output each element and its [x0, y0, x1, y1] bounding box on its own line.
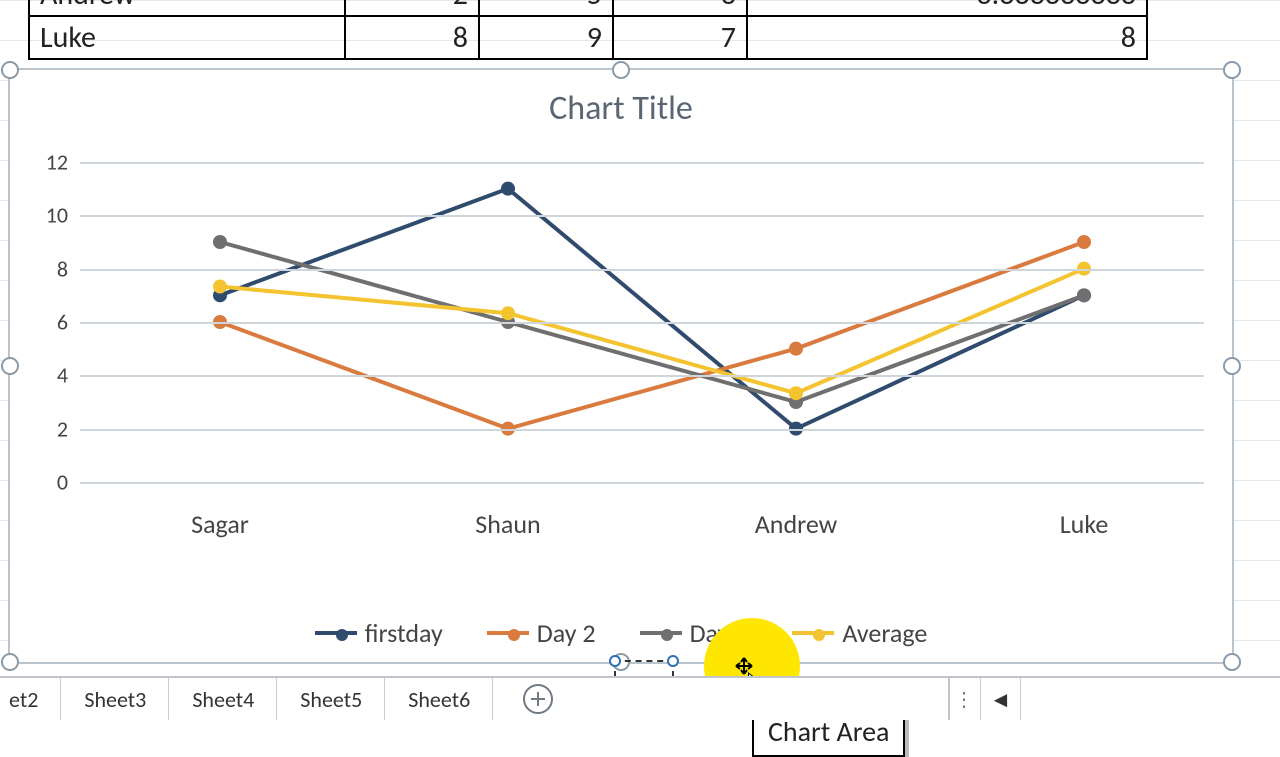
series-marker[interactable]	[501, 306, 515, 320]
resize-handle-icon[interactable]	[1, 653, 19, 671]
scroll-left-button[interactable]: ◄	[980, 678, 1020, 720]
y-tick-label: 12	[36, 149, 68, 176]
cell-avg[interactable]: 3.333333333	[747, 0, 1147, 16]
legend-swatch-icon	[640, 631, 682, 635]
resize-handle-icon[interactable]	[1223, 61, 1241, 79]
y-tick-label: 0	[36, 469, 68, 496]
cell-name[interactable]: Luke	[29, 16, 345, 59]
tab-label: Sheet6	[408, 686, 470, 713]
y-tick-label: 6	[36, 309, 68, 336]
y-tick-label: 10	[36, 202, 68, 229]
table-row[interactable]: Luke 8 9 7 8	[29, 16, 1147, 59]
textbox-handle-icon[interactable]	[609, 655, 621, 667]
series-marker[interactable]	[501, 182, 515, 196]
cell-val[interactable]: 9	[479, 16, 613, 59]
gridline	[80, 482, 1204, 484]
chart-object[interactable]: Chart Title 024681012SagarShaunAndrewLuk…	[8, 68, 1234, 664]
cell-val[interactable]: 5	[479, 0, 613, 16]
resize-handle-icon[interactable]	[1, 357, 19, 375]
series-marker[interactable]	[213, 280, 227, 294]
sheet-tab[interactable]: Sheet5	[277, 678, 385, 720]
sheet-tab[interactable]: et2	[0, 678, 61, 720]
legend-swatch-icon	[487, 631, 529, 635]
x-tick-label: Sagar	[191, 508, 249, 540]
series-marker[interactable]	[213, 235, 227, 249]
resize-handle-icon[interactable]	[1223, 653, 1241, 671]
legend-label: Day 2	[537, 617, 596, 649]
legend-swatch-icon	[315, 631, 357, 635]
x-tick-label: Andrew	[755, 508, 837, 540]
data-table[interactable]: Andrew 2 5 3 3.333333333 Luke 8 9 7 8	[28, 0, 1148, 60]
x-tick-label: Shaun	[475, 508, 540, 540]
scroll-track[interactable]	[1020, 678, 1280, 720]
tab-label: Sheet4	[192, 686, 254, 713]
legend-item[interactable]: Average	[792, 617, 927, 649]
legend-label: Average	[842, 617, 927, 649]
cell-val[interactable]: 8	[345, 16, 479, 59]
tabstrip-spacer	[563, 678, 948, 720]
plus-icon	[523, 684, 553, 714]
horizontal-scroll[interactable]: ⋮ ◄	[948, 678, 1280, 720]
table-row[interactable]: Andrew 2 5 3 3.333333333	[29, 0, 1147, 16]
resize-handle-icon[interactable]	[612, 61, 630, 79]
resize-handle-icon[interactable]	[1, 61, 19, 79]
gridline	[80, 215, 1204, 217]
series-line[interactable]	[220, 189, 1084, 429]
textbox-handle-icon[interactable]	[667, 655, 679, 667]
legend-swatch-icon	[792, 631, 834, 635]
cell-val[interactable]: 3	[613, 0, 747, 16]
x-tick-label: Luke	[1060, 508, 1109, 540]
gridline	[80, 429, 1204, 431]
tab-label: Sheet5	[300, 686, 362, 713]
series-marker[interactable]	[789, 386, 803, 400]
series-marker[interactable]	[1077, 235, 1091, 249]
y-tick-label: 4	[36, 362, 68, 389]
sheet-tab[interactable]: Sheet3	[61, 678, 169, 720]
scroll-grip-icon[interactable]: ⋮	[950, 687, 980, 712]
series-marker[interactable]	[1077, 288, 1091, 302]
cell-val[interactable]: 7	[613, 16, 747, 59]
resize-handle-icon[interactable]	[1223, 357, 1241, 375]
sheet-tab[interactable]: Sheet6	[385, 678, 493, 720]
add-sheet-button[interactable]	[513, 678, 563, 720]
gridline	[80, 375, 1204, 377]
legend-item[interactable]: Day 2	[487, 617, 596, 649]
legend-label: firstday	[365, 617, 443, 649]
plot-area[interactable]: 024681012SagarShaunAndrewLuke	[36, 162, 1204, 502]
cell-avg[interactable]: 8	[747, 16, 1147, 59]
gridline	[80, 322, 1204, 324]
cell-name[interactable]: Andrew	[29, 0, 345, 16]
sheet-tab-strip[interactable]: et2 Sheet3 Sheet4 Sheet5 Sheet6 ⋮ ◄	[0, 676, 1280, 720]
tab-label: Sheet3	[84, 686, 146, 713]
gridline	[80, 162, 1204, 164]
legend-item[interactable]: firstday	[315, 617, 443, 649]
y-tick-label: 8	[36, 255, 68, 282]
gridline	[80, 269, 1204, 271]
y-tick-label: 2	[36, 415, 68, 442]
series-marker[interactable]	[789, 342, 803, 356]
tab-label: et2	[9, 686, 38, 713]
cell-val[interactable]: 2	[345, 0, 479, 16]
chart-legend[interactable]: firstdayDay 2Day 3Average	[10, 610, 1232, 649]
sheet-tab[interactable]: Sheet4	[169, 678, 277, 720]
